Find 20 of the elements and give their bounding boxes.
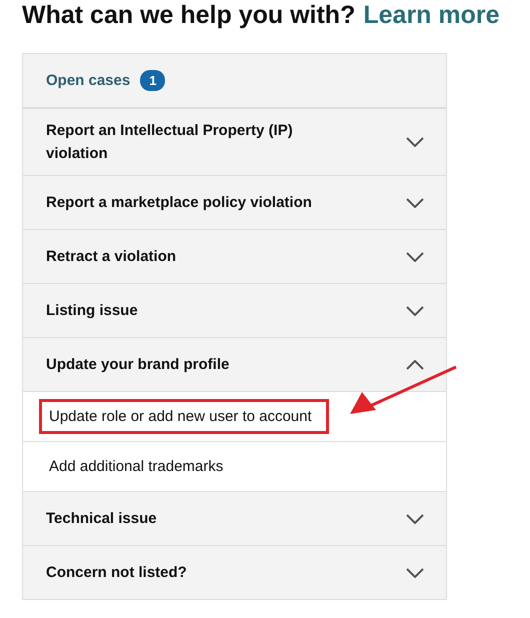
accordion-header[interactable]: Listing issue	[23, 284, 446, 338]
open-cases-link[interactable]: Open cases	[46, 72, 130, 89]
accordion-header[interactable]: Update your brand profile	[23, 338, 446, 392]
learn-more-link[interactable]: Learn more	[363, 1, 500, 30]
chevron-down-icon	[406, 137, 424, 147]
accordion-header[interactable]: Retract a violation	[23, 230, 446, 284]
chevron-down-icon	[406, 568, 424, 578]
case-count-badge: 1	[140, 70, 166, 91]
page-title: What can we help you with?	[22, 1, 356, 30]
chevron-up-icon	[406, 360, 424, 370]
accordion-header[interactable]: Report a marketplace policy violation	[23, 176, 446, 230]
chevron-down-icon	[406, 514, 424, 524]
accordion-header[interactable]: Technical issue	[23, 492, 446, 546]
chevron-down-icon	[406, 306, 424, 316]
chevron-down-icon	[406, 252, 424, 262]
submenu-link[interactable]: Update role or add new user to account	[39, 399, 329, 434]
accordion-header[interactable]: Concern not listed?	[23, 546, 446, 600]
submenu-link[interactable]: Add additional trademarks	[39, 449, 240, 484]
accordion-header[interactable]: Report an Intellectual Property (IP) violation	[23, 109, 446, 176]
chevron-down-icon	[406, 198, 424, 208]
